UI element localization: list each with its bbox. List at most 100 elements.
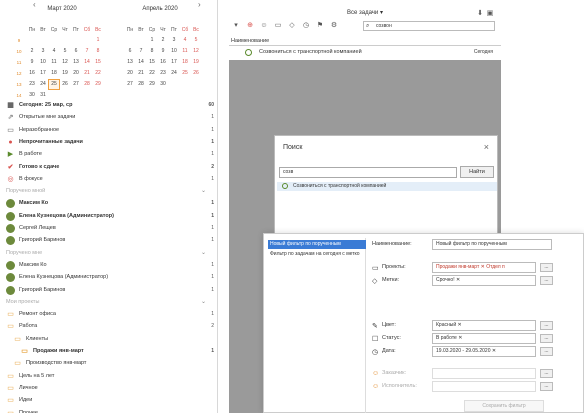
projects-field[interactable]: Продажи янв-март ✕ Отдел п: [432, 262, 536, 273]
sidebar-item[interactable]: ◎ В фокусе 1: [6, 174, 216, 185]
search-input[interactable]: ⌕ созвон: [363, 21, 495, 31]
calendar-day[interactable]: 17: [38, 69, 48, 78]
calendar-day[interactable]: 28: [136, 80, 146, 89]
calendar-day[interactable]: 2: [27, 47, 37, 56]
calendar-day[interactable]: 23: [27, 80, 37, 89]
sidebar-item[interactable]: ▶ В работе 1: [6, 149, 216, 160]
calendar-day[interactable]: 5: [60, 47, 70, 56]
calendar-day[interactable]: 4: [49, 47, 59, 56]
section-header[interactable]: Поручено мной ⌄: [6, 186, 216, 197]
calendar-day[interactable]: 10: [169, 47, 179, 56]
chevron-down-icon[interactable]: ⌄: [201, 186, 206, 197]
prev-month-icon[interactable]: ‹: [33, 0, 36, 9]
sidebar-person[interactable]: Елена Кузнецова (Администратор) 1: [6, 211, 216, 222]
calendar-day[interactable]: 5: [191, 36, 201, 45]
section-header[interactable]: Мои проекты ⌄: [6, 297, 216, 308]
sidebar-project[interactable]: ▭ Клиенты: [6, 334, 216, 345]
sidebar-person[interactable]: Григорий Баринов 1: [6, 235, 216, 246]
close-icon[interactable]: ×: [484, 142, 489, 152]
customer-browse-button[interactable]: ...: [540, 369, 553, 378]
calendar-day[interactable]: 23: [158, 69, 168, 78]
calendar-day[interactable]: 16: [27, 69, 37, 78]
sidebar-person[interactable]: Елена Кузнецова (Администратор) 1: [6, 272, 216, 283]
calendar-day[interactable]: 11: [49, 58, 59, 67]
clock-icon[interactable]: ◷: [301, 21, 311, 31]
sidebar-person[interactable]: Максим Ко 1: [6, 198, 216, 209]
calendar-day[interactable]: 9: [158, 47, 168, 56]
calendar-day[interactable]: 26: [191, 69, 201, 78]
status-browse-button[interactable]: ...: [540, 334, 553, 343]
calendar-day[interactable]: 25: [48, 79, 60, 90]
sidebar-project[interactable]: ▭ Ремонт офиса 1: [6, 309, 216, 320]
search-dialog-input[interactable]: созв: [279, 167, 457, 178]
calendar-day[interactable]: 15: [147, 58, 157, 67]
calendar-day[interactable]: 20: [125, 69, 135, 78]
window-icon[interactable]: ▣: [485, 9, 495, 19]
calendar-day[interactable]: 10: [38, 58, 48, 67]
section-header[interactable]: Поручено мне ⌄: [6, 248, 216, 259]
filter-icon[interactable]: ▾: [231, 21, 241, 31]
task-row[interactable]: Созвониться с транспортной компанией Сег…: [239, 47, 497, 58]
flag-icon[interactable]: ⚑: [315, 21, 325, 31]
calendar-day[interactable]: 19: [60, 69, 70, 78]
calendar-day[interactable]: 21: [136, 69, 146, 78]
tags-browse-button[interactable]: ...: [540, 276, 553, 285]
tag-icon[interactable]: ◇: [287, 21, 297, 31]
calendar-day[interactable]: 16: [158, 58, 168, 67]
calendar-day[interactable]: 29: [93, 80, 103, 89]
sidebar-project[interactable]: ▭ Продажи янв-март 1: [6, 346, 216, 357]
calendar-day[interactable]: 7: [82, 47, 92, 56]
projects-browse-button[interactable]: ...: [540, 263, 553, 272]
calendar-day[interactable]: 24: [38, 80, 48, 89]
calendar-day[interactable]: 29: [147, 80, 157, 89]
sidebar-person[interactable]: Григорий Баринов 1: [6, 285, 216, 296]
calendar-day[interactable]: 18: [180, 58, 190, 67]
sidebar-project[interactable]: ▭ Прочее: [6, 408, 216, 413]
calendar-day[interactable]: 24: [169, 69, 179, 78]
calendar-day[interactable]: 4: [180, 36, 190, 45]
calendar-day[interactable]: 6: [71, 47, 81, 56]
sidebar-person[interactable]: Сергей Лещев 1: [6, 223, 216, 234]
sidebar-item[interactable]: ⇗ Открытые мне задачи 1: [6, 112, 216, 123]
filter-list-item[interactable]: Фильтр по задачам на сегодня с метко: [268, 250, 366, 259]
color-browse-button[interactable]: ...: [540, 321, 553, 330]
calendar-day[interactable]: 22: [93, 69, 103, 78]
date-browse-button[interactable]: ...: [540, 347, 553, 356]
folder-icon[interactable]: ▭: [273, 21, 283, 31]
calendar-day[interactable]: 13: [125, 58, 135, 67]
filter-name-field[interactable]: Новый фильтр по порученным: [432, 239, 552, 250]
calendar-day[interactable]: 17: [169, 58, 179, 67]
calendar-day[interactable]: 28: [82, 80, 92, 89]
calendar-day[interactable]: 21: [82, 69, 92, 78]
calendar-day[interactable]: 27: [71, 80, 81, 89]
calendar-day[interactable]: 27: [125, 80, 135, 89]
date-field[interactable]: 19.03.2020 - 29.05.2020 ✕: [432, 346, 536, 357]
tags-field[interactable]: Срочно! ✕: [432, 275, 536, 286]
chevron-down-icon[interactable]: ⌄: [201, 248, 206, 259]
next-month-icon[interactable]: ›: [198, 0, 201, 9]
calendar-day[interactable]: 19: [191, 58, 201, 67]
sidebar-item[interactable]: ● Непрочитанные задачи 1: [6, 137, 216, 148]
sidebar-project[interactable]: ▭ Производство янв-март: [6, 358, 216, 369]
sidebar-project[interactable]: ▭ Работа 2: [6, 321, 216, 332]
customer-field[interactable]: [432, 368, 536, 379]
color-field[interactable]: Красный ✕: [432, 320, 536, 331]
executor-field[interactable]: [432, 381, 536, 392]
user-icon[interactable]: ☺: [259, 21, 269, 31]
executor-browse-button[interactable]: ...: [540, 382, 553, 391]
calendar-day[interactable]: 31: [38, 91, 48, 100]
filter-list-item[interactable]: Новый фильтр по порученным: [268, 240, 366, 249]
calendar-day[interactable]: 14: [82, 58, 92, 67]
sidebar-item[interactable]: ▦ Сегодня: 25 мар, ср 60: [6, 100, 216, 111]
view-selector[interactable]: Все задачи ▾: [347, 9, 383, 16]
calendar-day[interactable]: 13: [71, 58, 81, 67]
calendar-day[interactable]: 18: [49, 69, 59, 78]
calendar-day[interactable]: 26: [60, 80, 70, 89]
calendar-day[interactable]: 3: [38, 47, 48, 56]
calendar-day[interactable]: 3: [169, 36, 179, 45]
find-button[interactable]: Найти: [460, 166, 494, 178]
sidebar-project[interactable]: ▭ Личное: [6, 383, 216, 394]
task-checkbox[interactable]: [282, 183, 288, 189]
add-task-icon[interactable]: ⊕: [245, 21, 255, 31]
column-header[interactable]: Наименование: [229, 37, 501, 46]
